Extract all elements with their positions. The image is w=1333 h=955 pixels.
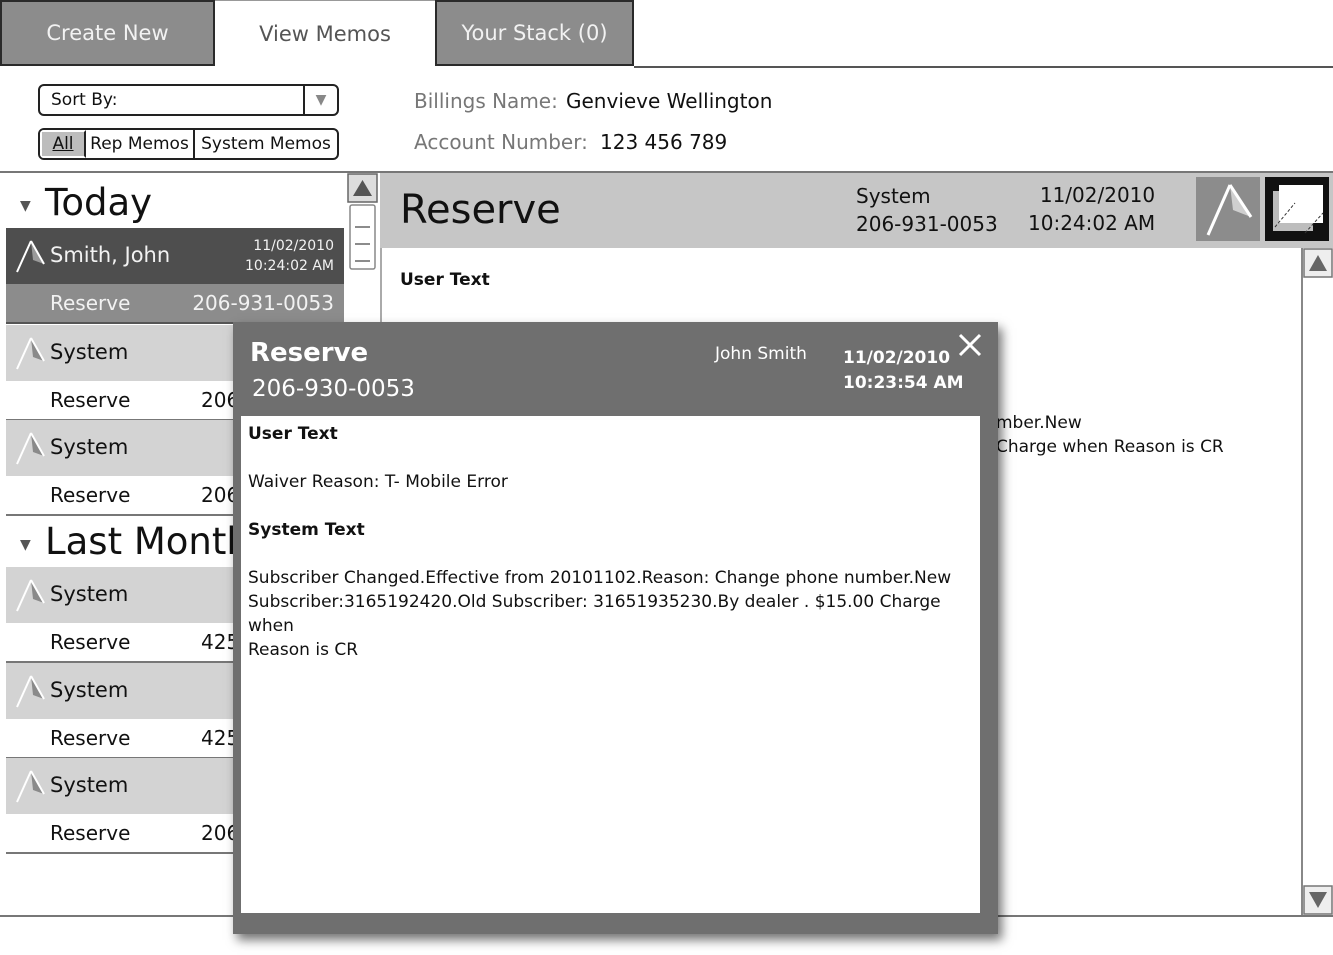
memo-detail-scrollbar[interactable] — [1301, 248, 1333, 916]
memo-detail-header: Reserve System 206-931-0053 11/02/2010 10:… — [380, 173, 1333, 248]
flag-icon[interactable] — [1196, 177, 1260, 241]
filter-system-memos-button[interactable]: System Memos — [195, 130, 337, 158]
tab-your-stack[interactable]: Your Stack (0) — [435, 0, 634, 66]
memo-timestamp: 11/02/2010 10:24:02 AM — [245, 236, 334, 276]
sort-by-dropdown[interactable]: Sort By: ▼ — [38, 84, 339, 116]
tab-create-new[interactable]: Create New — [0, 0, 215, 66]
memo-filter-group: All Rep Memos System Memos — [38, 128, 339, 160]
flag-icon — [16, 240, 45, 273]
flag-icon — [16, 579, 45, 612]
memo-detail-phone: 206-931-0053 — [856, 212, 998, 236]
memo-author: System — [50, 773, 129, 797]
popup-title: Reserve — [250, 338, 369, 368]
popup-user-text-heading: User Text — [248, 424, 338, 444]
close-icon[interactable] — [957, 332, 983, 358]
billing-name-label: Billings Name: — [414, 89, 558, 113]
popup-body: User Text Waiver Reason: T- Mobile Error… — [241, 416, 980, 913]
memo-author: System — [50, 678, 129, 702]
tab-label: Your Stack (0) — [461, 21, 608, 45]
memo-item-head[interactable]: Smith, John 11/02/2010 10:24:02 AM — [6, 228, 344, 284]
memo-author: System — [50, 340, 129, 364]
account-number-value: 123 456 789 — [600, 130, 728, 154]
popup-system-text-heading: System Text — [248, 520, 365, 540]
memo-list-scrollbar[interactable] — [347, 173, 378, 273]
tab-label: Create New — [46, 21, 169, 45]
chevron-down-icon[interactable]: ▼ — [303, 86, 337, 114]
memo-author: Smith, John — [50, 243, 171, 267]
caret-down-icon[interactable]: ▼ — [20, 198, 31, 214]
memo-type: Reserve — [50, 291, 131, 315]
memo-detail-date: 11/02/2010 — [1039, 183, 1156, 207]
memo-detail-time: 10:24:02 AM — [1028, 211, 1156, 235]
memo-detail-timestamp: 11/02/2010 10:24:02 AM — [1028, 181, 1155, 237]
system-text-fragment: Charge when Reason is CR — [996, 437, 1224, 457]
popup-author: John Smith — [715, 344, 807, 364]
popup-user-text: Waiver Reason: T- Mobile Error — [248, 472, 508, 492]
flag-icon — [16, 770, 45, 803]
memo-item-sub[interactable]: Reserve 206-931-0053 — [6, 284, 344, 324]
memo-date: 11/02/2010 — [253, 238, 334, 254]
flag-icon — [16, 432, 45, 465]
memo-author: System — [50, 435, 129, 459]
system-text-fragment: mber.New — [996, 413, 1082, 433]
scrollbar-graphic — [1303, 248, 1333, 915]
popup-system-text-line: Subscriber Changed.Effective from 201011… — [248, 568, 952, 588]
caret-down-icon[interactable]: ▼ — [20, 537, 31, 553]
billing-name-value: Genvieve Wellington — [566, 89, 773, 113]
popup-date: 11/02/2010 — [843, 348, 951, 368]
memo-author: System — [50, 582, 129, 606]
popup-system-text-line: Subscriber:3165192420.Old Subscriber: 31… — [248, 592, 941, 636]
memo-popup: Reserve 206-930-0053 John Smith 11/02/20… — [233, 322, 998, 934]
flag-icon — [16, 675, 45, 708]
popup-system-text: Subscriber Changed.Effective from 201011… — [248, 566, 973, 662]
popup-time: 10:23:54 AM — [843, 373, 964, 393]
memo-time: 10:24:02 AM — [245, 258, 334, 274]
memo-detail-author: System — [856, 184, 931, 208]
scrollbar-graphic — [347, 173, 378, 270]
popup-phone: 206-930-0053 — [252, 376, 415, 402]
account-number-label: Account Number: — [414, 130, 588, 154]
memo-detail-title: Reserve — [400, 187, 561, 233]
flag-icon — [16, 337, 45, 370]
filter-all-button[interactable]: All — [40, 130, 86, 158]
memo-type: Reserve — [50, 483, 131, 507]
memo-type: Reserve — [50, 630, 131, 654]
sort-by-label: Sort By: — [51, 90, 118, 110]
user-text-heading: User Text — [400, 270, 490, 290]
popup-system-text-line: Reason is CR — [248, 640, 359, 660]
memo-type: Reserve — [50, 821, 131, 845]
tab-view-memos[interactable]: View Memos — [215, 0, 435, 66]
memo-type: Reserve — [50, 388, 131, 412]
memo-type: Reserve — [50, 726, 131, 750]
popup-timestamp: 11/02/2010 10:23:54 AM — [843, 346, 964, 396]
filter-rep-memos-button[interactable]: Rep Memos — [86, 130, 195, 158]
section-title-today: Today — [45, 181, 153, 224]
tab-baseline — [634, 66, 1333, 68]
memo-phone: 206-931-0053 — [192, 291, 334, 315]
tab-label: View Memos — [259, 21, 391, 46]
memo-detail-author-phone: System 206-931-0053 — [856, 182, 998, 238]
expand-window-icon[interactable] — [1265, 177, 1329, 241]
section-title-last-month: Last Month — [45, 520, 250, 563]
